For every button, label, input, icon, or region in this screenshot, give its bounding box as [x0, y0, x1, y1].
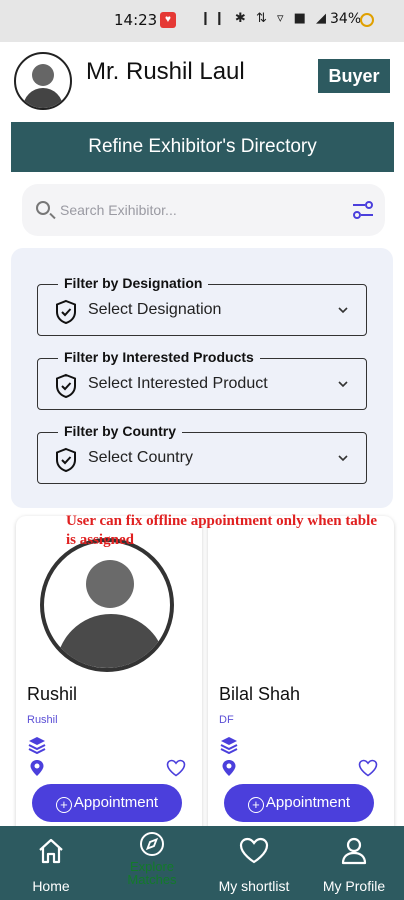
exhibitor-name: Bilal Shah: [219, 684, 301, 704]
chevron-down-icon: [338, 455, 348, 462]
nav-shortlist-label: My shortlist: [218, 878, 290, 894]
page-title: Refine Exhibitor's Directory: [11, 122, 394, 172]
nav-home[interactable]: Home: [16, 826, 86, 900]
interested-products-value: Select Interested Product: [88, 375, 268, 392]
status-bar: 14:23 ♥ ❙❙ ✱ ⇅ ▿ ■ ◢ 34%: [0, 0, 404, 42]
chevron-down-icon: [338, 307, 348, 314]
shield-check-icon: [56, 373, 76, 399]
add-circle-icon: +: [55, 796, 72, 813]
layers-icon: [28, 737, 46, 754]
search-input[interactable]: [60, 198, 340, 222]
status-icons: ❙❙ ✱ ⇅ ▿ ■ ◢: [200, 11, 330, 26]
shield-check-icon: [56, 447, 76, 473]
charging-icon: [360, 13, 374, 27]
exhibitor-name: Rushil: [27, 684, 78, 704]
exhibitor-avatar: [40, 538, 174, 672]
home-icon: [39, 838, 63, 864]
exhibitor-company: DF: [219, 714, 234, 726]
designation-label: Filter by Designation: [58, 275, 209, 291]
shield-check-icon: [56, 299, 76, 325]
location-pin-icon: [30, 760, 44, 776]
nav-home-label: Home: [32, 878, 70, 894]
search-bar[interactable]: [22, 184, 385, 236]
exhibitor-company: Rushil: [27, 714, 58, 726]
interested-products-label: Filter by Interested Products: [58, 349, 260, 365]
designation-value: Select Designation: [88, 301, 222, 318]
nav-explore-label: Explore Matches: [127, 859, 177, 887]
battery-level: 34%: [330, 11, 362, 27]
appointment-button[interactable]: + Appointment: [32, 784, 182, 822]
nav-explore-matches[interactable]: Explore Matches: [110, 826, 194, 900]
country-value: Select Country: [88, 449, 193, 466]
notification-heart-icon: ♥: [160, 12, 176, 28]
user-avatar[interactable]: [14, 52, 72, 110]
country-select[interactable]: Filter by Country Select Country: [37, 423, 367, 484]
designation-select[interactable]: Filter by Designation Select Designation: [37, 275, 367, 336]
location-pin-icon: [222, 760, 236, 776]
search-icon: [36, 201, 50, 215]
bottom-nav: Home Explore Matches My shortlist My Pro…: [0, 826, 404, 900]
compass-icon: [140, 832, 164, 856]
user-name: Mr. Rushil Laul: [86, 58, 245, 85]
nav-my-profile[interactable]: My Profile: [314, 826, 394, 900]
filter-settings-icon[interactable]: [352, 200, 374, 220]
role-badge: Buyer: [318, 59, 390, 93]
nav-profile-label: My Profile: [322, 878, 386, 894]
chevron-down-icon: [338, 381, 348, 388]
country-label: Filter by Country: [58, 423, 183, 439]
layers-icon: [220, 737, 238, 754]
favorite-heart-icon[interactable]: [358, 759, 378, 777]
status-time: 14:23: [114, 11, 158, 29]
appointment-button[interactable]: + Appointment: [224, 784, 374, 822]
person-icon: [341, 837, 367, 865]
nav-my-shortlist[interactable]: My shortlist: [206, 826, 302, 900]
filter-panel: Filter by Designation Select Designation…: [11, 248, 393, 508]
exhibitor-card[interactable]: Rushil Rushil + Appointment: [16, 516, 202, 836]
interested-products-select[interactable]: Filter by Interested Products Select Int…: [37, 349, 367, 410]
heart-icon: [239, 837, 269, 864]
exhibitor-card[interactable]: Bilal Shah DF + Appointment: [208, 516, 394, 836]
favorite-heart-icon[interactable]: [166, 759, 186, 777]
offline-appointment-note: User can fix offline appointment only wh…: [66, 513, 377, 548]
add-circle-icon: +: [247, 796, 264, 813]
